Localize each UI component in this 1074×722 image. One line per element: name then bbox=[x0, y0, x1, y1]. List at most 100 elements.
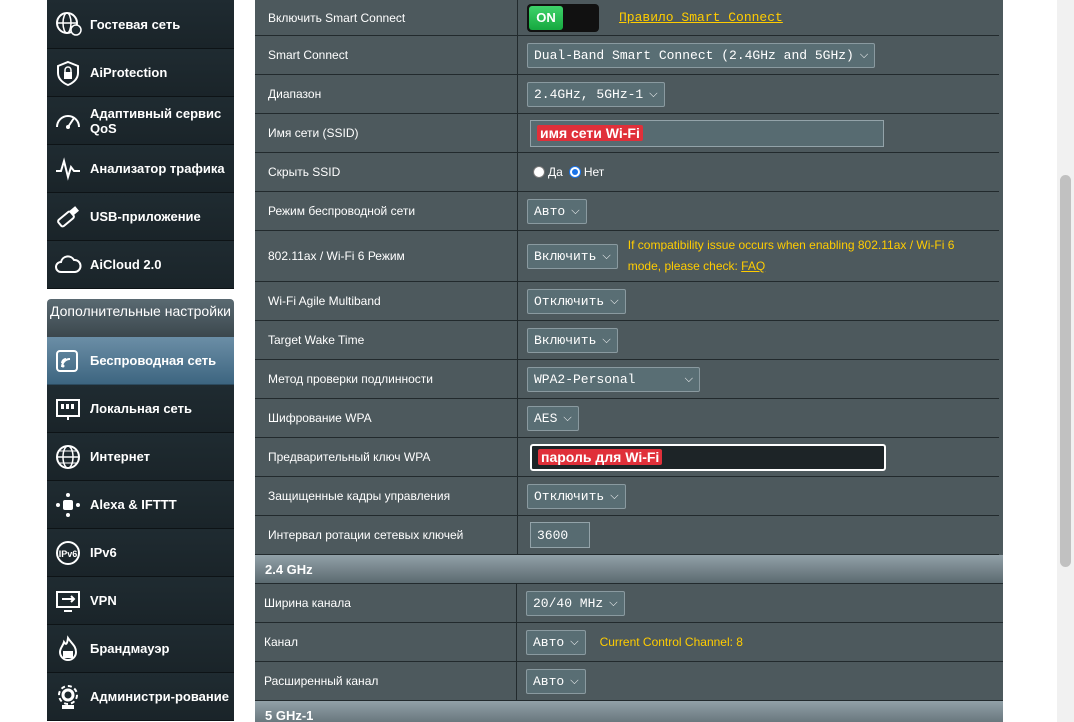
sidebar-item-wireless[interactable]: Беспроводная сеть bbox=[47, 337, 234, 385]
sidebar: Гостевая сеть AiProtection Адаптивный се… bbox=[47, 0, 234, 721]
band-select[interactable]: 2.4GHz, 5GHz-1 ⌵ bbox=[527, 81, 665, 107]
row-wpa-key: Предварительный ключ WPA пароль для Wi-F… bbox=[255, 438, 999, 477]
usb-icon bbox=[53, 202, 83, 232]
sidebar-item-guest-network[interactable]: Гостевая сеть bbox=[47, 0, 234, 49]
row-channel: Канал Авто ⌵ Current Control Channel: 8 bbox=[255, 623, 1003, 662]
setting-label: 802.11ax / Wi-Fi 6 Режим bbox=[255, 231, 518, 281]
globe-icon bbox=[53, 442, 83, 472]
current-channel-note: Current Control Channel: 8 bbox=[599, 634, 743, 649]
chevron-down-icon: ⌵ bbox=[609, 596, 618, 609]
setting-label: Предварительный ключ WPA bbox=[255, 438, 518, 476]
sidebar-item-ipv6[interactable]: IPv6 IPv6 bbox=[47, 529, 234, 577]
sidebar-item-aicloud[interactable]: AiCloud 2.0 bbox=[47, 241, 234, 289]
sidebar-item-alexa-ifttt[interactable]: Alexa & IFTTT bbox=[47, 481, 234, 529]
cloud-icon bbox=[53, 250, 83, 280]
scrollbar-thumb[interactable] bbox=[1060, 175, 1071, 567]
setting-label: Интервал ротации сетевых ключей bbox=[255, 516, 518, 554]
chevron-down-icon: ⌵ bbox=[684, 372, 693, 385]
sidebar-item-qos[interactable]: Адаптивный сервис QoS bbox=[47, 97, 234, 145]
setting-label: Расширенный канал bbox=[255, 662, 517, 700]
ssid-input[interactable]: имя сети Wi-Fi bbox=[530, 119, 884, 147]
setting-label: Канал bbox=[255, 623, 517, 661]
channel-width-select[interactable]: 20/40 MHz ⌵ bbox=[526, 590, 625, 616]
smart-connect-rule-link[interactable]: Правило Smart Connect bbox=[619, 10, 783, 25]
radio-label: Да bbox=[548, 165, 563, 179]
firewall-icon bbox=[53, 634, 83, 664]
globe-guest-icon bbox=[53, 9, 83, 39]
sidebar-item-label: Локальная сеть bbox=[90, 401, 192, 416]
sidebar-item-label: Анализатор трафика bbox=[90, 161, 225, 176]
smart-connect-select[interactable]: Dual-Band Smart Connect (2.4GHz and 5GHz… bbox=[527, 42, 876, 68]
chevron-down-icon: ⌵ bbox=[602, 333, 611, 346]
sidebar-item-internet[interactable]: Интернет bbox=[47, 433, 234, 481]
chevron-down-icon: ⌵ bbox=[610, 489, 619, 502]
sidebar-item-label: Адаптивный сервис QoS bbox=[90, 105, 222, 136]
row-agile-multiband: Wi-Fi Agile Multiband Отключить ⌵ bbox=[255, 282, 999, 321]
toggle-on-label: ON bbox=[529, 5, 563, 30]
setting-label: Имя сети (SSID) bbox=[255, 114, 518, 152]
hide-ssid-no-radio[interactable] bbox=[568, 166, 581, 178]
sidebar-item-vpn[interactable]: VPN bbox=[47, 577, 234, 625]
wireless-mode-select[interactable]: Авто ⌵ bbox=[527, 198, 587, 224]
row-ax-mode: 802.11ax / Wi-Fi 6 Режим Включить ⌵ If co… bbox=[255, 231, 999, 282]
section-header-2-4ghz: 2.4 GHz bbox=[255, 555, 1003, 584]
alexa-ifttt-icon bbox=[53, 490, 83, 520]
wifi-icon bbox=[53, 346, 83, 376]
sidebar-item-label: Гостевая сеть bbox=[90, 16, 181, 32]
wireless-settings-panel: Включить Smart Connect ON Правило Smart … bbox=[255, 0, 1003, 722]
target-wake-time-select[interactable]: Включить ⌵ bbox=[527, 327, 618, 353]
row-ext-channel: Расширенный канал Авто ⌵ bbox=[255, 662, 1003, 701]
chevron-down-icon: ⌵ bbox=[571, 204, 580, 217]
chevron-down-icon: ⌵ bbox=[570, 674, 579, 687]
row-target-wake-time: Target Wake Time Включить ⌵ bbox=[255, 321, 999, 360]
radio-label: Нет bbox=[583, 165, 605, 179]
row-band: Диапазон 2.4GHz, 5GHz-1 ⌵ bbox=[255, 75, 999, 114]
page-scrollbar[interactable] bbox=[1057, 0, 1074, 722]
sidebar-item-label: AiCloud 2.0 bbox=[90, 257, 162, 272]
advanced-settings-header: Дополнительные настройки bbox=[47, 299, 234, 337]
chevron-down-icon: ⌵ bbox=[610, 294, 619, 307]
setting-label: Скрыть SSID bbox=[255, 153, 518, 191]
setting-label: Smart Connect bbox=[255, 36, 518, 74]
ax-mode-select[interactable]: Включить ⌵ bbox=[527, 243, 618, 269]
row-key-rotation: Интервал ротации сетевых ключей 3600 bbox=[255, 516, 999, 555]
wpa-key-input[interactable]: пароль для Wi-Fi bbox=[530, 443, 886, 471]
hide-ssid-yes-radio[interactable] bbox=[533, 166, 545, 178]
row-ssid: Имя сети (SSID) имя сети Wi-Fi bbox=[255, 114, 999, 153]
pmf-select[interactable]: Отключить ⌵ bbox=[527, 483, 626, 509]
vpn-icon bbox=[53, 586, 83, 616]
row-wireless-mode: Режим беспроводной сети Авто ⌵ bbox=[255, 192, 999, 231]
sidebar-item-lan[interactable]: Локальная сеть bbox=[47, 385, 234, 433]
sidebar-item-label: USB-приложение bbox=[90, 209, 201, 224]
chevron-down-icon: ⌵ bbox=[563, 411, 572, 424]
wpa-encryption-select[interactable]: AES ⌵ bbox=[527, 405, 579, 431]
faq-link[interactable]: FAQ bbox=[741, 259, 765, 273]
sidebar-item-label: VPN bbox=[90, 593, 117, 608]
setting-label: Ширина канала bbox=[255, 584, 517, 622]
smart-connect-toggle[interactable]: ON bbox=[527, 3, 599, 32]
sidebar-item-administration[interactable]: Администри-рование bbox=[47, 673, 234, 721]
sidebar-item-traffic-analyzer[interactable]: Анализатор трафика bbox=[47, 145, 234, 193]
lan-icon bbox=[53, 394, 83, 424]
key-rotation-input[interactable]: 3600 bbox=[530, 522, 590, 548]
row-auth-method: Метод проверки подлинности WPA2-Personal… bbox=[255, 360, 999, 399]
row-smart-connect: Smart Connect Dual-Band Smart Connect (2… bbox=[255, 36, 999, 75]
auth-method-select[interactable]: WPA2-Personal ⌵ bbox=[527, 366, 700, 392]
gauge-icon bbox=[53, 106, 83, 136]
sidebar-item-aiprotection[interactable]: AiProtection bbox=[47, 49, 234, 97]
row-wpa-encryption: Шифрование WPA AES ⌵ bbox=[255, 399, 999, 438]
ext-channel-select[interactable]: Авто ⌵ bbox=[526, 668, 586, 694]
sidebar-item-usb-app[interactable]: USB-приложение bbox=[47, 193, 234, 241]
agile-multiband-select[interactable]: Отключить ⌵ bbox=[527, 288, 626, 314]
setting-label: Шифрование WPA bbox=[255, 399, 518, 437]
channel-select[interactable]: Авто ⌵ bbox=[526, 629, 586, 655]
sidebar-item-label: Alexa & IFTTT bbox=[90, 497, 177, 512]
setting-label: Wi-Fi Agile Multiband bbox=[255, 282, 518, 320]
row-hide-ssid: Скрыть SSID Да Нет bbox=[255, 153, 999, 192]
ipv6-icon: IPv6 bbox=[53, 538, 83, 568]
sidebar-item-firewall[interactable]: Брандмауэр bbox=[47, 625, 234, 673]
chevron-down-icon: ⌵ bbox=[570, 635, 579, 648]
sidebar-item-label: IPv6 bbox=[90, 545, 117, 560]
svg-text:IPv6: IPv6 bbox=[59, 549, 78, 559]
setting-label: Защищенные кадры управления bbox=[255, 477, 518, 515]
